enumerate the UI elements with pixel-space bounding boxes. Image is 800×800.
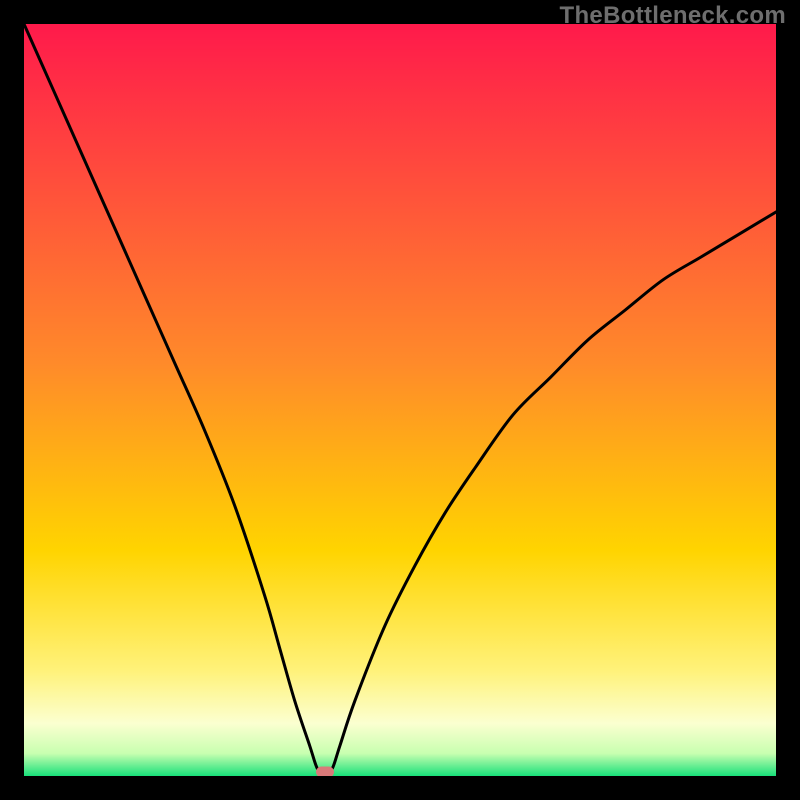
chart-frame: TheBottleneck.com	[0, 0, 800, 800]
bottleneck-curve	[24, 24, 776, 776]
plot-area	[24, 24, 776, 776]
minimum-marker	[316, 767, 334, 777]
watermark-text: TheBottleneck.com	[560, 2, 786, 30]
